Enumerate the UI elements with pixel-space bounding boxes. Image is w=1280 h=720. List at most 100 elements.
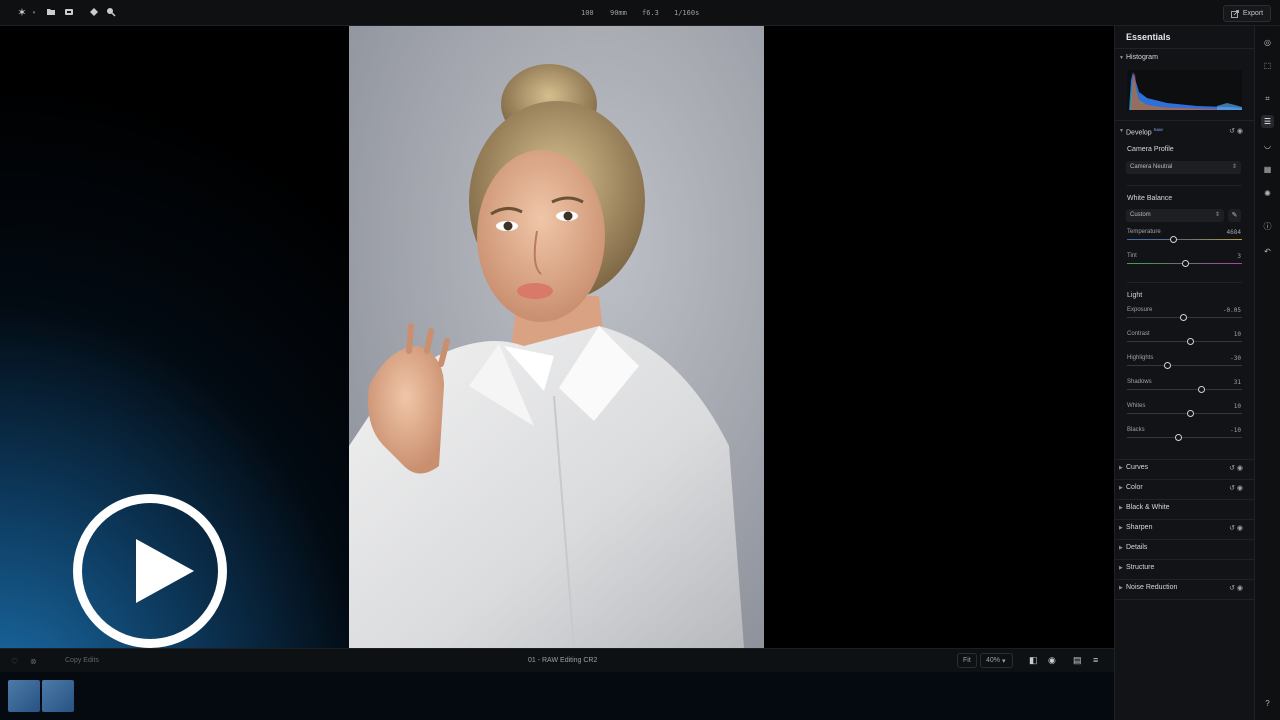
slider-knob[interactable] xyxy=(1179,314,1187,321)
slider-knob[interactable] xyxy=(1198,386,1206,393)
copy-edits-button[interactable]: Copy Edits xyxy=(65,657,99,664)
filmstrip-thumbnail[interactable] xyxy=(8,680,40,712)
slider-knob[interactable] xyxy=(1186,410,1194,417)
eyedropper-icon[interactable]: ✎ xyxy=(1228,209,1241,222)
slider-label: Tint xyxy=(1127,253,1137,259)
slider-track[interactable] xyxy=(1127,365,1242,366)
section-header[interactable]: ▶ Sharpen ↺ ◉ xyxy=(1119,524,1251,536)
crop-icon[interactable]: ⌗ xyxy=(1261,92,1274,105)
visibility-icon[interactable]: ◉ xyxy=(1237,485,1243,492)
slider-knob[interactable] xyxy=(1186,338,1194,345)
section-header[interactable]: ▶ Black & White xyxy=(1119,504,1251,516)
chevron-down-icon[interactable]: ▾ xyxy=(28,7,40,19)
caret-right-icon: ▶ xyxy=(1119,545,1123,551)
reset-icon[interactable]: ↺ xyxy=(1229,485,1235,492)
photo-canvas[interactable] xyxy=(349,26,764,648)
section-label: Color xyxy=(1126,484,1143,491)
slider-value[interactable]: 10 xyxy=(1234,403,1241,410)
folder-icon[interactable] xyxy=(45,7,57,19)
tag-icon[interactable] xyxy=(88,7,100,19)
section-header[interactable]: ▶ Structure xyxy=(1119,564,1251,576)
divider xyxy=(1115,579,1255,580)
histogram-header[interactable]: ▼ Histogram xyxy=(1119,54,1251,66)
play-icon xyxy=(136,539,194,603)
raw-badge: RAW xyxy=(1153,127,1163,132)
tool-rail: ◎ ⬚ ⌗ ☰ ◡ ▦ ✺ ⓘ ↶ ? xyxy=(1254,26,1280,720)
section-actions: ↺ ◉ xyxy=(1229,524,1243,532)
section-header[interactable]: ▶ Color ↺ ◉ xyxy=(1119,484,1251,496)
eye-icon[interactable]: ◉ xyxy=(1048,655,1056,666)
slider-value[interactable]: -10 xyxy=(1230,427,1241,434)
reset-icon[interactable]: ↺ xyxy=(1229,465,1235,472)
slider-label: Highlights xyxy=(1127,355,1154,361)
slider-knob[interactable] xyxy=(1169,236,1177,243)
slider-track[interactable] xyxy=(1127,437,1242,438)
reject-icon[interactable]: ⊗ xyxy=(30,657,37,666)
effects-icon[interactable]: ✺ xyxy=(1261,187,1274,200)
develop-header[interactable]: ▼ Develop RAW ↺ ◉ xyxy=(1119,127,1251,139)
white-balance-value: Custom xyxy=(1130,212,1151,218)
heart-icon[interactable]: ♡ xyxy=(11,657,18,666)
template-icon[interactable]: ▦ xyxy=(1261,163,1274,176)
reset-icon[interactable]: ↺ xyxy=(1229,585,1235,592)
info-icon[interactable]: ⓘ xyxy=(1261,220,1274,233)
reset-icon[interactable]: ↺ xyxy=(1229,525,1235,532)
divider xyxy=(1115,499,1255,500)
slider-value[interactable]: 3 xyxy=(1237,253,1241,260)
import-icon[interactable] xyxy=(63,7,75,19)
shutter-readout: 1/160s xyxy=(674,9,700,17)
white-balance-select[interactable]: Custom ⇕ xyxy=(1126,209,1224,222)
section-label: Curves xyxy=(1126,464,1149,471)
visibility-icon[interactable]: ◉ xyxy=(1237,128,1243,135)
section-actions: ↺ ◉ xyxy=(1229,127,1243,135)
fit-button[interactable]: Fit xyxy=(957,653,977,668)
slider-knob[interactable] xyxy=(1182,260,1190,267)
help-icon[interactable]: ? xyxy=(1261,697,1274,710)
section-header[interactable]: ▶ Details xyxy=(1119,544,1251,556)
caret-right-icon: ▶ xyxy=(1119,505,1123,511)
camera-profile-value: Camera Neutral xyxy=(1130,164,1173,170)
slider-value[interactable]: 4684 xyxy=(1227,229,1241,236)
filmstrip-icon[interactable]: ▤ xyxy=(1073,655,1082,666)
sort-icon[interactable]: ≡ xyxy=(1093,655,1098,665)
divider xyxy=(1115,48,1255,49)
app-logo-icon[interactable]: ✶ xyxy=(16,7,28,19)
slider-track[interactable] xyxy=(1127,239,1242,240)
slider-track[interactable] xyxy=(1127,341,1242,342)
caret-right-icon: ▶ xyxy=(1119,465,1123,471)
play-button[interactable] xyxy=(73,494,227,648)
bottom-bar: ♡ ⊗ Copy Edits 01 - RAW Editing CR2 Fit … xyxy=(0,648,1114,672)
slider-label: Shadows xyxy=(1127,379,1152,385)
section-header[interactable]: ▶ Curves ↺ ◉ xyxy=(1119,464,1251,476)
slider-knob[interactable] xyxy=(1175,434,1183,441)
selection-icon[interactable]: ⬚ xyxy=(1261,59,1274,72)
search-icon[interactable] xyxy=(105,7,117,19)
export-button[interactable]: Export xyxy=(1223,5,1271,22)
chevron-updown-icon: ⇕ xyxy=(1231,164,1237,170)
visibility-icon[interactable]: ◉ xyxy=(1237,525,1243,532)
compare-icon[interactable]: ◧ xyxy=(1029,655,1038,666)
camera-profile-select[interactable]: Camera Neutral ⇕ xyxy=(1126,161,1241,174)
reset-icon[interactable]: ↺ xyxy=(1229,128,1235,135)
layers-icon[interactable]: ◎ xyxy=(1261,36,1274,49)
visibility-icon[interactable]: ◉ xyxy=(1237,465,1243,472)
panel-title: Essentials xyxy=(1126,32,1171,42)
slider-value[interactable]: -30 xyxy=(1230,355,1241,362)
filename-label: 01 - RAW Editing CR2 xyxy=(528,657,598,664)
zoom-select[interactable]: 40% ▾ xyxy=(980,653,1013,668)
slider-knob[interactable] xyxy=(1163,362,1171,369)
focal-length-readout: 90mm xyxy=(610,9,627,17)
section-header[interactable]: ▶ Noise Reduction ↺ ◉ xyxy=(1119,584,1251,596)
slider-value[interactable]: 31 xyxy=(1234,379,1241,386)
mask-icon[interactable]: ◡ xyxy=(1261,139,1274,152)
slider-value[interactable]: -0.05 xyxy=(1223,307,1241,314)
history-icon[interactable]: ↶ xyxy=(1261,245,1274,258)
slider-value[interactable]: 10 xyxy=(1234,331,1241,338)
slider-track[interactable] xyxy=(1127,413,1242,414)
portrait-photo xyxy=(349,26,764,648)
slider-track[interactable] xyxy=(1127,389,1242,390)
visibility-icon[interactable]: ◉ xyxy=(1237,585,1243,592)
adjust-icon[interactable]: ☰ xyxy=(1261,115,1274,128)
divider xyxy=(1115,459,1255,460)
filmstrip-thumbnail[interactable] xyxy=(42,680,74,712)
